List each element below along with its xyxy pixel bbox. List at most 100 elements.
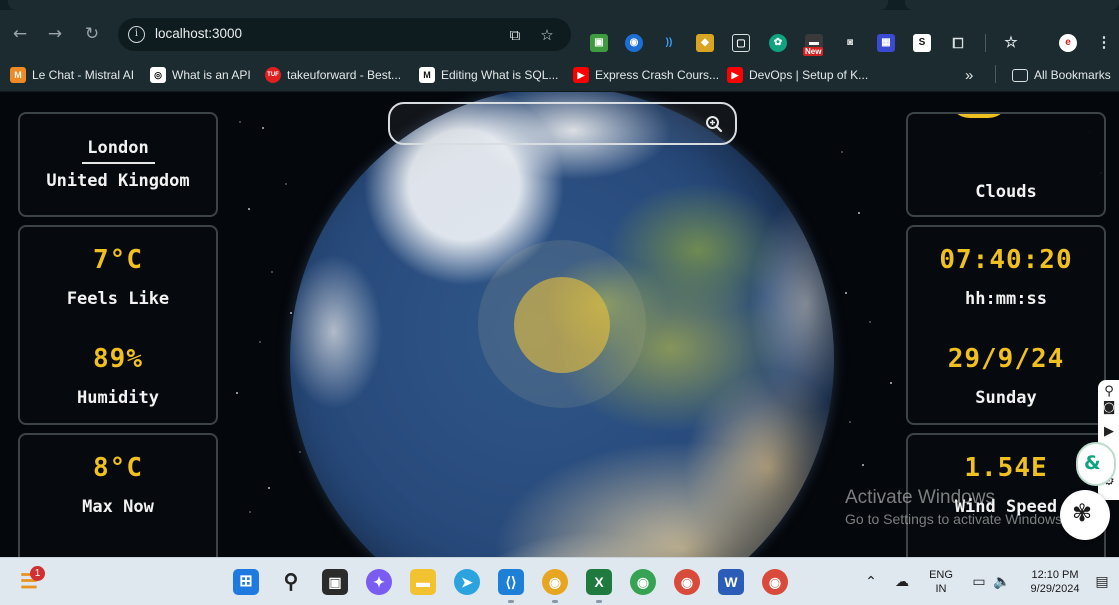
extension-wave-icon[interactable]: )) bbox=[660, 34, 678, 52]
extension-circle-icon[interactable]: ◉ bbox=[625, 34, 643, 52]
date-value: 29/9/24 bbox=[947, 344, 1065, 374]
humidity-label: Humidity bbox=[77, 388, 159, 408]
link-icon[interactable]: ⚲ bbox=[1101, 384, 1117, 400]
extension-camera-icon[interactable]: ◙ bbox=[841, 34, 859, 52]
bookmark-item[interactable]: ▶ DevOps | Setup of K... bbox=[727, 64, 868, 86]
reading-list-icon[interactable]: ☆ bbox=[1002, 34, 1020, 52]
running-indicator bbox=[552, 600, 558, 603]
lang-primary: ENG bbox=[929, 569, 953, 581]
temperature-value: 7°C bbox=[93, 245, 143, 275]
extension-photo-icon[interactable]: ▦ bbox=[877, 34, 895, 52]
extensions-puzzle-icon[interactable]: ⧠ bbox=[949, 34, 967, 52]
camera-icon[interactable]: ◙ bbox=[1101, 400, 1117, 416]
bookmark-item[interactable]: TUF takeuforward - Best... bbox=[265, 64, 401, 86]
lang-secondary: IN bbox=[935, 583, 947, 595]
weather-app-page: London United Kingdom 7°C Feels Like 89%… bbox=[0, 92, 1119, 557]
bookmarks-bar: M Le Chat - Mistral AI ◎ What is an API … bbox=[0, 58, 1119, 92]
bookmark-label: Express Crash Cours... bbox=[595, 68, 720, 82]
chrome-icon[interactable]: ◉ bbox=[762, 569, 788, 595]
extension-chatgpt-icon[interactable]: ✿ bbox=[769, 34, 787, 52]
copilot-icon[interactable]: ✦ bbox=[366, 569, 392, 595]
tab-active[interactable] bbox=[8, 0, 888, 10]
video-icon[interactable]: ▶ bbox=[1101, 424, 1117, 440]
word-icon[interactable]: W bbox=[718, 569, 744, 595]
forward-icon[interactable]: → bbox=[43, 22, 67, 46]
city-search-box[interactable] bbox=[388, 102, 737, 145]
weather-condition-card: Clouds bbox=[906, 112, 1106, 217]
humidity-value: 89% bbox=[93, 344, 143, 374]
back-icon[interactable]: ← bbox=[8, 22, 32, 46]
toolbar-divider bbox=[985, 34, 986, 52]
search-icon[interactable] bbox=[705, 115, 723, 133]
network-icon[interactable]: ▭ bbox=[970, 573, 988, 591]
extension-puzzle-app-icon[interactable]: ◆ bbox=[696, 34, 714, 52]
chatgpt-floating-button[interactable]: & bbox=[1076, 442, 1116, 486]
extension-printer-icon[interactable]: ▣ bbox=[590, 34, 608, 52]
chatgpt-icon: & bbox=[1084, 452, 1101, 474]
address-url[interactable]: localhost:3000 bbox=[155, 26, 242, 41]
brain-icon: ✾ bbox=[1072, 499, 1093, 527]
telegram-icon[interactable]: ➤ bbox=[454, 569, 480, 595]
wind-speed-value: 1.54E bbox=[964, 453, 1048, 483]
install-app-icon[interactable]: ⧉ bbox=[505, 25, 525, 45]
vscode-icon[interactable]: ⟨⟩ bbox=[498, 569, 524, 595]
extension-s-icon[interactable]: S bbox=[913, 34, 931, 52]
openai-icon: ◎ bbox=[150, 67, 166, 83]
language-indicator[interactable]: ENG IN bbox=[925, 568, 957, 596]
volume-icon[interactable]: 🔈 bbox=[993, 573, 1011, 591]
medium-icon: M bbox=[419, 67, 435, 83]
datetime-card: 07:40:20 hh:mm:ss 29/9/24 Sunday bbox=[906, 225, 1106, 425]
show-hidden-icons[interactable]: ⌃ bbox=[862, 573, 880, 591]
city-search-input[interactable] bbox=[402, 112, 692, 136]
search-taskbar-icon[interactable]: ⚲ bbox=[278, 569, 304, 595]
browser-menu-icon[interactable]: ⋮ bbox=[1095, 34, 1113, 52]
start-icon[interactable]: ⊞ bbox=[233, 569, 259, 595]
bookmark-label: What is an API bbox=[172, 68, 251, 82]
bookmark-item[interactable]: ▶ Express Crash Cours... bbox=[573, 64, 719, 86]
bookmark-item[interactable]: ◎ What is an API bbox=[150, 64, 251, 86]
extension-screenshot-icon[interactable]: ▢ bbox=[732, 34, 750, 52]
tab-other[interactable] bbox=[905, 0, 1119, 10]
excel-icon[interactable]: X bbox=[586, 569, 612, 595]
reload-icon[interactable]: ↻ bbox=[80, 22, 104, 46]
day-label: Sunday bbox=[975, 388, 1037, 408]
file-explorer-icon[interactable]: ▬ bbox=[410, 569, 436, 595]
youtube-icon: ▶ bbox=[727, 67, 743, 83]
chrome-icon[interactable]: ◉ bbox=[630, 569, 656, 595]
windows-taskbar: ☰ 1 ⊞ ⚲ ▣ ✦ ▬ ➤ ⟨⟩ ◉ X ◉ ◉ W ◉ ⌃ ☁ ENG I… bbox=[0, 557, 1119, 605]
time-format-label: hh:mm:ss bbox=[965, 289, 1047, 309]
system-clock[interactable]: 12:10 PM 9/29/2024 bbox=[1020, 568, 1090, 596]
ai-assistant-button[interactable]: ✾ bbox=[1060, 490, 1110, 540]
bookmark-item[interactable]: M Le Chat - Mistral AI bbox=[10, 64, 134, 86]
task-view-icon[interactable]: ▣ bbox=[322, 569, 348, 595]
new-badge: New bbox=[803, 47, 824, 56]
max-now-label: Max Now bbox=[82, 497, 154, 517]
notifications-icon[interactable]: ▤ bbox=[1093, 573, 1111, 591]
watermark-title: Activate Windows bbox=[845, 487, 995, 508]
bookmark-label: DevOps | Setup of K... bbox=[749, 68, 869, 82]
chrome-profile-icon[interactable]: ◉ bbox=[542, 569, 568, 595]
location-marker[interactable] bbox=[514, 277, 610, 373]
chrome-icon[interactable]: ◉ bbox=[674, 569, 700, 595]
feels-like-label: Feels Like bbox=[66, 289, 170, 309]
watermark-subtitle: Go to Settings to activate Windows. bbox=[845, 511, 1066, 527]
tab-strip bbox=[0, 0, 1119, 10]
clock-date-tray: 9/29/2024 bbox=[1030, 583, 1080, 595]
sun-icon bbox=[948, 114, 1010, 118]
running-indicator bbox=[508, 600, 514, 603]
all-bookmarks-label: All Bookmarks bbox=[1034, 68, 1111, 82]
all-bookmarks-button[interactable]: All Bookmarks bbox=[1012, 64, 1111, 86]
folder-icon bbox=[1012, 68, 1028, 82]
address-bar[interactable]: i localhost:3000 ⧉ ☆ bbox=[118, 18, 571, 51]
bookmark-item[interactable]: M Editing What is SQL... bbox=[419, 64, 558, 86]
bookmarks-overflow-button[interactable]: » bbox=[965, 64, 973, 86]
site-info-icon[interactable]: i bbox=[128, 26, 145, 43]
temperature-card: 7°C Feels Like 89% Humidity bbox=[18, 225, 218, 425]
profile-avatar[interactable]: e bbox=[1059, 34, 1077, 52]
tuf-icon: TUF bbox=[265, 67, 281, 83]
onedrive-icon[interactable]: ☁ bbox=[893, 573, 911, 591]
running-indicator bbox=[596, 600, 602, 603]
city-underline bbox=[82, 162, 155, 164]
bookmarks-divider bbox=[995, 65, 996, 83]
bookmark-star-icon[interactable]: ☆ bbox=[537, 25, 557, 45]
